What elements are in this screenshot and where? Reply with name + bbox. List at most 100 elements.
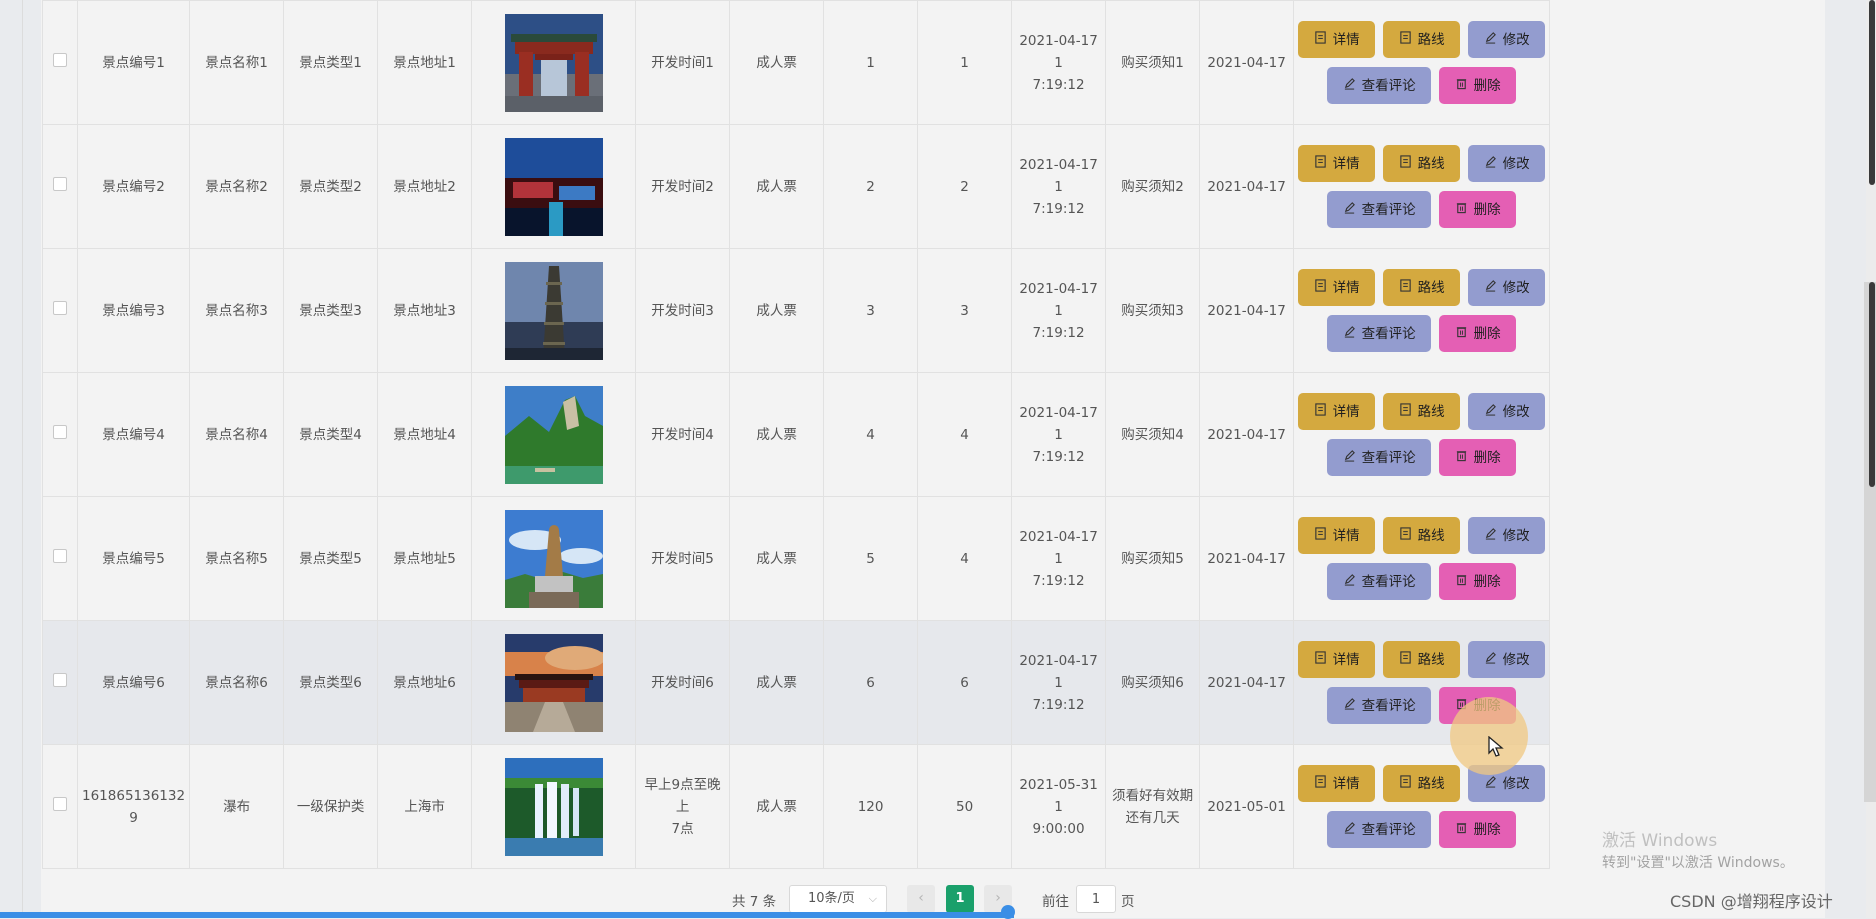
edit-button[interactable]: 修改 bbox=[1468, 145, 1546, 182]
pen-icon bbox=[1484, 29, 1497, 51]
view-reviews-button[interactable]: 查看评论 bbox=[1327, 191, 1432, 228]
view-reviews-button[interactable]: 查看评论 bbox=[1327, 811, 1432, 848]
cell-spot-name: 景点名称4 bbox=[189, 372, 285, 497]
cell-open-time: 开发时间2 bbox=[635, 124, 731, 249]
spot-image[interactable] bbox=[504, 509, 603, 608]
scrollbar-thumb[interactable] bbox=[1869, 0, 1875, 185]
cell-purchase-notice: 购买须知5 bbox=[1105, 496, 1201, 621]
delete-button[interactable]: 删除 bbox=[1439, 67, 1517, 104]
route-button[interactable]: 路线 bbox=[1383, 145, 1461, 182]
table-row[interactable]: 景点编号2 景点名称2 景点类型2 景点地址2 开发时间2 成人票 2 2 2021-04-17… bbox=[42, 124, 1551, 249]
cell-actions: 详情路线修改查看评论删除 bbox=[1293, 248, 1551, 373]
cell-number-2: 2 bbox=[917, 124, 1013, 249]
row-checkbox[interactable] bbox=[53, 300, 67, 315]
delete-button[interactable]: 删除 bbox=[1439, 315, 1517, 352]
cell-spot-type: 一级保护类 bbox=[283, 744, 379, 869]
detail-button[interactable]: 详情 bbox=[1298, 269, 1376, 306]
spot-image[interactable] bbox=[504, 13, 603, 112]
detail-button[interactable]: 详情 bbox=[1298, 393, 1376, 430]
edit-button[interactable]: 修改 bbox=[1468, 21, 1546, 58]
table-row[interactable]: 景点编号6 景点名称6 景点类型6 景点地址6 开发时间6 成人票 6 6 2021-04-17… bbox=[42, 620, 1551, 745]
cell-datetime: 2021-04-17 1 7:19:12 bbox=[1011, 248, 1107, 373]
edit-button[interactable]: 修改 bbox=[1468, 641, 1546, 678]
table-row[interactable]: 景点编号4 景点名称4 景点类型4 景点地址4 开发时间4 成人票 4 4 2021-04-17… bbox=[42, 372, 1551, 497]
cell-spot-type: 景点类型4 bbox=[283, 372, 379, 497]
cell-spot-type: 景点类型1 bbox=[283, 0, 379, 125]
detail-button[interactable]: 详情 bbox=[1298, 145, 1376, 182]
cell-spot-code: 景点编号4 bbox=[76, 372, 191, 497]
cell-spot-image bbox=[471, 744, 637, 869]
trash-icon bbox=[1455, 199, 1468, 221]
route-button[interactable]: 路线 bbox=[1383, 393, 1461, 430]
trash-icon bbox=[1455, 323, 1468, 345]
cell-date: 2021-04-17 bbox=[1199, 620, 1295, 745]
spot-image[interactable] bbox=[504, 633, 603, 732]
prev-page-button[interactable]: ‹ bbox=[907, 885, 935, 913]
cell-number-1: 4 bbox=[823, 372, 919, 497]
row-checkbox[interactable] bbox=[53, 796, 67, 811]
row-checkbox[interactable] bbox=[53, 548, 67, 563]
pen-icon bbox=[1343, 323, 1356, 345]
cell-open-time: 开发时间6 bbox=[635, 620, 731, 745]
loading-bar-handle bbox=[1001, 905, 1015, 919]
delete-button[interactable]: 删除 bbox=[1439, 811, 1517, 848]
table-row[interactable]: 景点编号5 景点名称5 景点类型5 景点地址5 开发时间5 成人票 5 4 2021-04-17… bbox=[42, 496, 1551, 621]
edit-button[interactable]: 修改 bbox=[1468, 393, 1546, 430]
trash-icon bbox=[1455, 571, 1468, 593]
row-checkbox[interactable] bbox=[53, 52, 67, 67]
page-size-select[interactable]: 10条/页 ⌵ bbox=[789, 885, 887, 913]
delete-button[interactable]: 删除 bbox=[1439, 439, 1517, 476]
cell-ticket-type: 成人票 bbox=[729, 744, 825, 869]
row-checkbox[interactable] bbox=[53, 176, 67, 191]
scrollbar-thumb-secondary[interactable] bbox=[1869, 282, 1875, 487]
table-row[interactable]: 161865136132 9 瀑布 一级保护类 上海市 早上9点至晚上 7点 成人票 120… bbox=[42, 744, 1551, 869]
goto-page-input[interactable] bbox=[1076, 885, 1116, 913]
delete-button[interactable]: 删除 bbox=[1439, 191, 1517, 228]
pen-icon bbox=[1484, 153, 1497, 175]
cell-date: 2021-04-17 bbox=[1199, 496, 1295, 621]
table-row[interactable]: 景点编号1 景点名称1 景点类型1 景点地址1 开发时间1 成人票 1 1 2021-04-17… bbox=[42, 0, 1551, 125]
cell-date: 2021-04-17 bbox=[1199, 248, 1295, 373]
cell-spot-address: 景点地址3 bbox=[377, 248, 473, 373]
detail-button[interactable]: 详情 bbox=[1298, 641, 1376, 678]
cell-ticket-type: 成人票 bbox=[729, 0, 825, 125]
table-row[interactable]: 景点编号3 景点名称3 景点类型3 景点地址3 开发时间3 成人票 3 3 2021-04-17… bbox=[42, 248, 1551, 373]
cell-open-time: 早上9点至晚上 7点 bbox=[635, 744, 731, 869]
edit-button[interactable]: 修改 bbox=[1468, 517, 1546, 554]
spot-image[interactable] bbox=[504, 385, 603, 484]
pagination-bar: 共 7 条 10条/页 ⌵ ‹ 1 › 前往 页 bbox=[0, 884, 1876, 914]
pen-icon bbox=[1343, 819, 1356, 841]
detail-button[interactable]: 详情 bbox=[1298, 765, 1376, 802]
cell-spot-type: 景点类型2 bbox=[283, 124, 379, 249]
edit-button[interactable]: 修改 bbox=[1468, 269, 1546, 306]
document-icon bbox=[1314, 649, 1327, 671]
view-reviews-button[interactable]: 查看评论 bbox=[1327, 67, 1432, 104]
view-reviews-button[interactable]: 查看评论 bbox=[1327, 563, 1432, 600]
cell-spot-image bbox=[471, 124, 637, 249]
route-button[interactable]: 路线 bbox=[1383, 21, 1461, 58]
detail-button[interactable]: 详情 bbox=[1298, 21, 1376, 58]
view-reviews-button[interactable]: 查看评论 bbox=[1327, 439, 1432, 476]
cell-open-time: 开发时间4 bbox=[635, 372, 731, 497]
cell-datetime: 2021-04-17 1 7:19:12 bbox=[1011, 372, 1107, 497]
route-button[interactable]: 路线 bbox=[1383, 641, 1461, 678]
route-button[interactable]: 路线 bbox=[1383, 765, 1461, 802]
loading-bar bbox=[0, 912, 1014, 918]
cell-spot-image bbox=[471, 0, 637, 125]
page-number-current[interactable]: 1 bbox=[946, 885, 974, 913]
row-checkbox[interactable] bbox=[53, 672, 67, 687]
spot-image[interactable] bbox=[504, 137, 603, 236]
spot-image[interactable] bbox=[504, 757, 603, 856]
spot-image[interactable] bbox=[504, 261, 603, 360]
route-button[interactable]: 路线 bbox=[1383, 269, 1461, 306]
view-reviews-button[interactable]: 查看评论 bbox=[1327, 315, 1432, 352]
row-checkbox[interactable] bbox=[53, 424, 67, 439]
detail-button[interactable]: 详情 bbox=[1298, 517, 1376, 554]
document-icon bbox=[1399, 773, 1412, 795]
view-reviews-button[interactable]: 查看评论 bbox=[1327, 687, 1432, 724]
route-button[interactable]: 路线 bbox=[1383, 517, 1461, 554]
delete-button[interactable]: 删除 bbox=[1439, 563, 1517, 600]
cell-spot-name: 景点名称2 bbox=[189, 124, 285, 249]
document-icon bbox=[1314, 401, 1327, 423]
document-icon bbox=[1399, 29, 1412, 51]
